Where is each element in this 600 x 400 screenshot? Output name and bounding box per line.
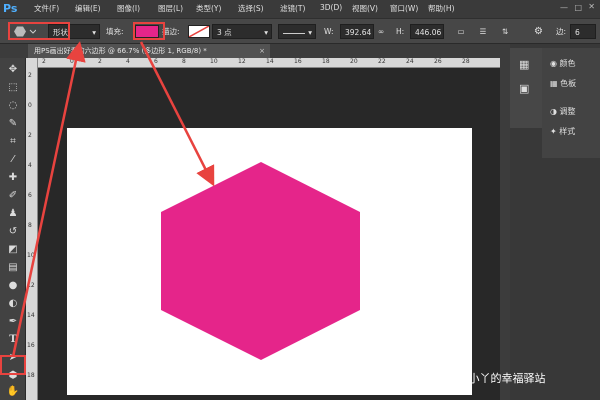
swatches-grid-icon: ▦ xyxy=(550,79,558,88)
watermark-text: 头条 @小丫的幸福驿站 xyxy=(432,372,546,385)
panel-adjustments-label: 调整 xyxy=(559,107,576,116)
panel-list: ◉ 颜色 ▦ 色板 ◑ 调整 ✦ 样式 xyxy=(542,48,600,158)
panel-styles-label: 样式 xyxy=(559,127,576,136)
panel-adjustments[interactable]: ◑ 调整 xyxy=(550,106,576,117)
panel-color-label: 颜色 xyxy=(559,59,576,68)
arrow-to-mode xyxy=(11,41,86,358)
collapsed-panel-icons: ▦ ▣ xyxy=(510,48,542,128)
properties-panel-icon[interactable]: ▣ xyxy=(519,82,529,95)
styles-icon: ✦ xyxy=(550,127,557,136)
history-panel-icon[interactable]: ▦ xyxy=(519,58,529,71)
color-swatch-icon: ◉ xyxy=(550,59,557,68)
panel-styles[interactable]: ✦ 样式 xyxy=(550,126,575,137)
panel-swatches-label: 色板 xyxy=(560,79,577,88)
adjustments-icon: ◑ xyxy=(550,107,557,116)
panel-swatches[interactable]: ▦ 色板 xyxy=(550,78,576,89)
arrow-to-shape xyxy=(139,41,215,187)
panel-color[interactable]: ◉ 颜色 xyxy=(550,58,576,69)
